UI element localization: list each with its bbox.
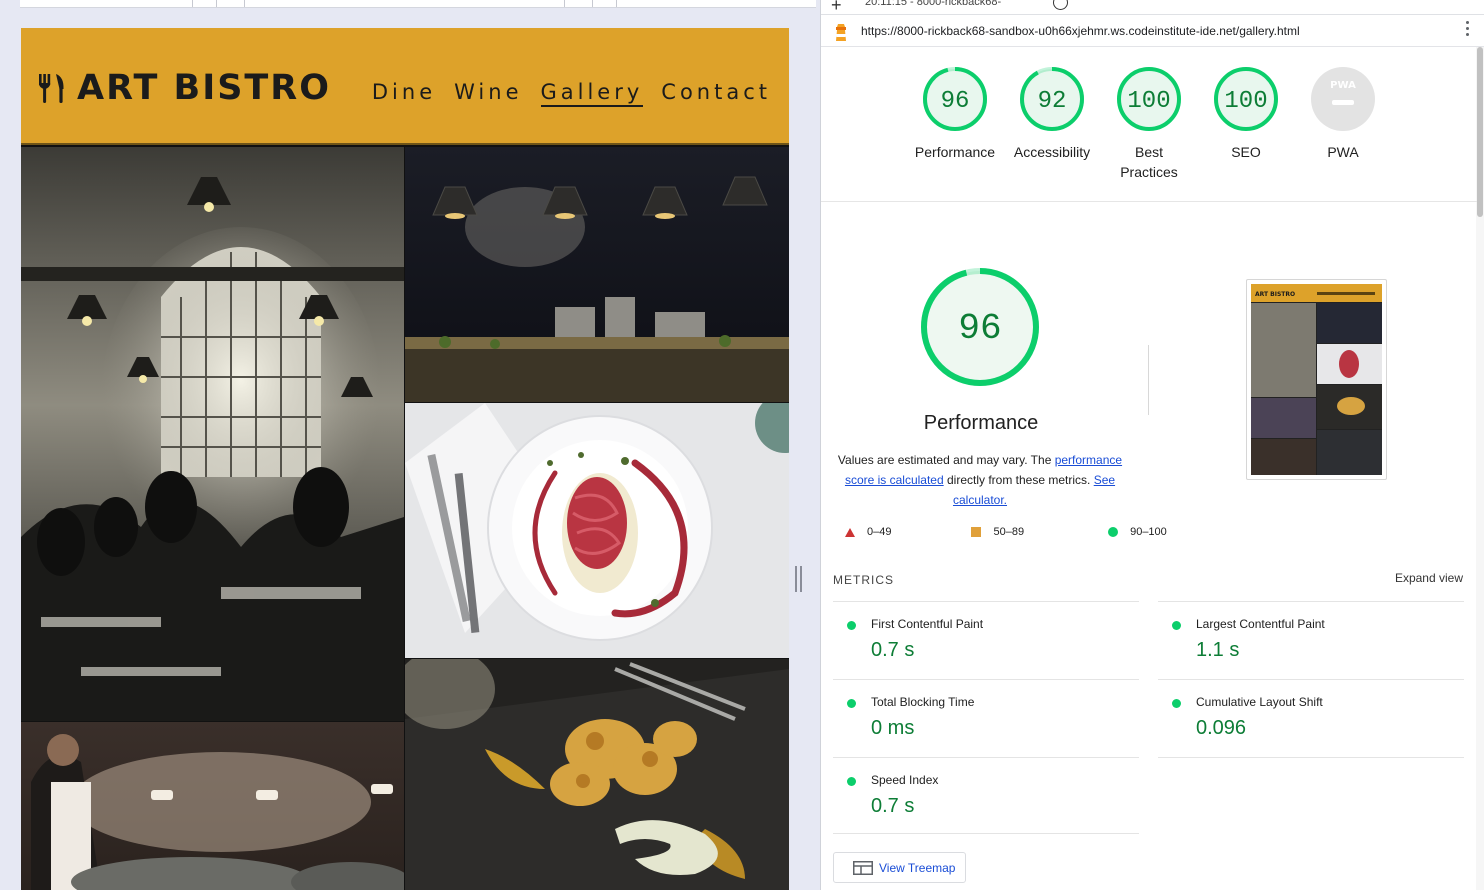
gallery-image-kitchen[interactable] [405, 147, 789, 402]
lighthouse-panel: + 20:11:15 - 8000-rickback68- https://80… [820, 0, 1484, 890]
square-icon [971, 527, 982, 537]
desc-text-2: directly from these metrics. [943, 473, 1094, 487]
metric-value: 0.7 s [871, 795, 915, 817]
legend-fail: 0–49 [845, 526, 891, 538]
metric-largest-contentful-paint: Largest Contentful Paint 1.1 s [1158, 601, 1464, 679]
page-viewport: ART BISTRO Dine Wine Gallery Contact [0, 0, 820, 890]
performance-heading: Performance [923, 412, 1039, 434]
pass-dot-icon [1172, 699, 1181, 708]
metric-value: 0.096 [1196, 717, 1247, 739]
score-legend: 0–49 50–89 90–100 [845, 526, 1193, 538]
metric-value: 0.7 s [871, 639, 915, 661]
metric-speed-index: Speed Index 0.7 s [833, 757, 1139, 835]
metric-total-blocking-time: Total Blocking Time 0 ms [833, 679, 1139, 757]
nav-link-gallery[interactable]: Gallery [540, 80, 644, 107]
legend-pass: 90–100 [1108, 526, 1167, 538]
metric-name: First Contentful Paint [871, 617, 984, 631]
scrollbar[interactable] [1476, 47, 1484, 890]
gauge-best-practices[interactable]: 100 Best Practices [1099, 66, 1199, 182]
svg-text:100: 100 [1224, 88, 1267, 115]
gauge-seo[interactable]: 100 SEO [1196, 66, 1296, 162]
gauge-label-accessibility: Accessibility [1013, 144, 1091, 160]
metric-bottom-divider [833, 833, 1139, 834]
accessibility-gauge-icon: 92 [1020, 67, 1084, 131]
metrics-title: METRICS [833, 573, 894, 587]
nav-link-wine[interactable]: Wine [454, 80, 522, 107]
site-nav: Dine Wine Gallery Contact [372, 80, 771, 107]
gauge-pwa[interactable]: PWA PWA [1293, 66, 1393, 162]
metric-name: Cumulative Layout Shift [1196, 695, 1323, 709]
view-treemap-button[interactable]: View Treemap [833, 852, 966, 883]
vertical-divider [1148, 345, 1149, 415]
gallery-image-chef[interactable] [21, 722, 404, 890]
metric-value: 0 ms [871, 717, 915, 739]
nav-link-dine[interactable]: Dine [372, 80, 436, 107]
metric-name: Speed Index [871, 773, 939, 787]
triangle-icon [845, 527, 855, 537]
art-bistro-site: ART BISTRO Dine Wine Gallery Contact [21, 28, 789, 890]
pass-dot-icon [1172, 621, 1181, 630]
gauge-performance[interactable]: 96 Performance [905, 66, 1005, 162]
metric-row-divider [1158, 757, 1464, 758]
final-screenshot-thumbnail[interactable]: ART BISTRO [1246, 279, 1387, 480]
category-gauges: 96 Performance 92 Accessibility 100 Best… [905, 66, 1425, 186]
cutlery-icon [39, 74, 64, 103]
performance-gauge-icon: 96 [923, 67, 987, 131]
metric-name: Total Blocking Time [871, 695, 975, 709]
new-report-icon[interactable]: + [831, 0, 842, 16]
desc-text-1: Values are estimated and may vary. The [837, 453, 1055, 467]
seo-gauge-icon: 100 [1214, 67, 1278, 131]
gauge-accessibility[interactable]: 92 Accessibility [1002, 66, 1102, 162]
page-screenshot: ART BISTRO [1251, 284, 1382, 475]
gallery-image-dining-room[interactable] [21, 147, 404, 721]
best-practices-gauge-icon: 100 [1117, 67, 1181, 131]
legend-average: 50–89 [971, 526, 1024, 538]
svg-text:ART BISTRO: ART BISTRO [1255, 291, 1295, 298]
site-header: ART BISTRO Dine Wine Gallery Contact [21, 28, 789, 145]
lighthouse-icon [836, 24, 846, 41]
pass-dot-icon [847, 699, 856, 708]
report-url[interactable]: https://8000-rickback68-sandbox-u0h66xje… [861, 24, 1300, 38]
gallery-image-pasta[interactable] [405, 403, 789, 658]
nav-link-contact[interactable]: Contact [661, 80, 771, 107]
brand-logo[interactable]: ART BISTRO [37, 68, 331, 108]
device-toolbar-strip [20, 0, 816, 8]
legend-range-pass: 90–100 [1130, 526, 1167, 538]
section-divider [821, 201, 1477, 202]
gallery-image-tempura[interactable] [405, 659, 789, 890]
svg-text:100: 100 [1127, 88, 1170, 115]
svg-text:92: 92 [1038, 88, 1067, 115]
metric-value: 1.1 s [1196, 639, 1240, 661]
metric-name: Largest Contentful Paint [1196, 617, 1325, 631]
svg-text:96: 96 [958, 308, 1001, 349]
circle-icon [1108, 527, 1119, 537]
svg-text:96: 96 [941, 88, 970, 115]
panel-resize-handle[interactable] [795, 566, 803, 592]
metric-cumulative-layout-shift: Cumulative Layout Shift 0.096 [1158, 679, 1464, 757]
metrics-header: METRICS Expand view [833, 571, 1463, 589]
gauge-label-seo: SEO [1231, 144, 1261, 160]
report-selector[interactable]: 20:11:15 - 8000-rickback68- [865, 0, 1001, 8]
brand-title: ART BISTRO [77, 68, 332, 108]
performance-score-gauge: 96 [921, 268, 1039, 386]
metric-first-contentful-paint: First Contentful Paint 0.7 s [833, 601, 1139, 679]
pwa-badge-icon: PWA [1311, 67, 1375, 131]
expand-view-toggle[interactable]: Expand view [1395, 571, 1463, 585]
legend-range-fail: 0–49 [867, 526, 892, 538]
report-toolbar: + 20:11:15 - 8000-rickback68- [821, 0, 1484, 15]
more-options-icon[interactable] [1466, 21, 1470, 39]
pass-dot-icon [847, 777, 856, 786]
gauge-label-performance: Performance [914, 144, 996, 160]
legend-range-average: 50–89 [993, 526, 1025, 538]
svg-text:PWA: PWA [1330, 80, 1356, 91]
gauge-label-pwa: PWA [1327, 144, 1359, 160]
clear-icon[interactable] [1053, 0, 1068, 10]
report-url-bar: https://8000-rickback68-sandbox-u0h66xje… [821, 15, 1484, 47]
treemap-icon [853, 860, 873, 875]
pass-dot-icon [847, 621, 856, 630]
performance-description: Values are estimated and may vary. The p… [835, 450, 1125, 510]
gauge-label-best-practices: Best Practices [1120, 144, 1178, 180]
view-treemap-label: View Treemap [879, 860, 956, 875]
